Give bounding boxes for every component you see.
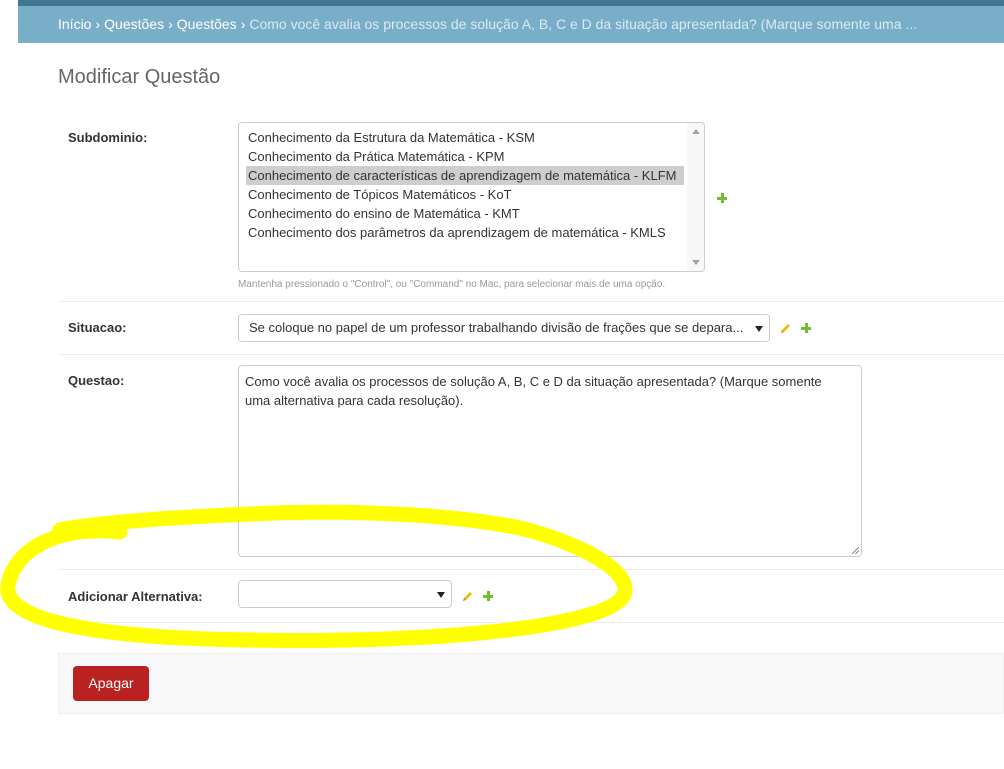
- questao-label: Questao:: [68, 373, 125, 388]
- subdominio-add-icon[interactable]: [716, 192, 728, 204]
- divider: [58, 301, 1004, 302]
- alternativa-add-icon[interactable]: [482, 590, 494, 602]
- subdominio-option[interactable]: Conhecimento dos parâmetros da aprendiza…: [246, 223, 684, 242]
- subdominio-option-selected[interactable]: Conhecimento de características de apren…: [246, 166, 684, 185]
- scrollbar[interactable]: [687, 123, 704, 271]
- subdominio-label: Subdominio:: [68, 130, 148, 145]
- delete-button[interactable]: Apagar: [73, 666, 149, 701]
- questao-text: Como você avalia os processos de solução…: [245, 374, 822, 408]
- adicionar-alternativa-select[interactable]: [238, 580, 452, 608]
- divider: [58, 354, 1004, 355]
- page-title: Modificar Questão: [58, 66, 221, 88]
- scroll-up-arrow-icon[interactable]: [692, 129, 700, 134]
- questao-textarea[interactable]: Como você avalia os processos de solução…: [238, 365, 862, 557]
- divider: [58, 622, 1004, 623]
- subdominio-option[interactable]: Conhecimento da Estrutura da Matemática …: [246, 128, 684, 147]
- situacao-select[interactable]: Se coloque no papel de um professor trab…: [238, 314, 770, 342]
- situacao-edit-pencil-icon[interactable]: [780, 322, 792, 334]
- breadcrumb-separator: ›: [95, 16, 101, 32]
- submit-row: Apagar: [58, 653, 1004, 714]
- breadcrumb-current: Como você avalia os processos de solução…: [249, 16, 918, 32]
- divider: [58, 569, 1004, 570]
- breadcrumb-separator: ›: [240, 16, 246, 32]
- breadcrumb-model-link[interactable]: Questões: [177, 16, 237, 32]
- subdominio-option[interactable]: Conhecimento da Prática Matemática - KPM: [246, 147, 684, 166]
- situacao-select-value: Se coloque no papel de um professor trab…: [249, 320, 744, 335]
- breadcrumb-separator: ›: [168, 16, 173, 32]
- scroll-down-arrow-icon[interactable]: [692, 260, 700, 265]
- alternativa-edit-pencil-icon[interactable]: [462, 590, 474, 602]
- chevron-down-icon: [755, 326, 763, 332]
- subdominio-option[interactable]: Conhecimento do ensino de Matemática - K…: [246, 204, 684, 223]
- subdominio-help-text: Mantenha pressionado o "Control", ou "Co…: [238, 279, 666, 290]
- adicionar-alternativa-label: Adicionar Alternativa:: [68, 589, 203, 604]
- resize-grip-icon[interactable]: [852, 547, 859, 554]
- subdominio-option[interactable]: Conhecimento de Tópicos Matemáticos - Ko…: [246, 185, 684, 204]
- situacao-label: Situacao:: [68, 320, 127, 335]
- chevron-down-icon: [437, 592, 445, 598]
- breadcrumb: Início › Questões › Questões › Como você avali…: [18, 0, 1004, 43]
- subdominio-multiselect[interactable]: Conhecimento da Estrutura da Matemática …: [238, 122, 705, 272]
- breadcrumb-home-link[interactable]: Início: [58, 16, 91, 32]
- situacao-add-icon[interactable]: [800, 322, 812, 334]
- breadcrumb-app-link[interactable]: Questões: [104, 16, 164, 32]
